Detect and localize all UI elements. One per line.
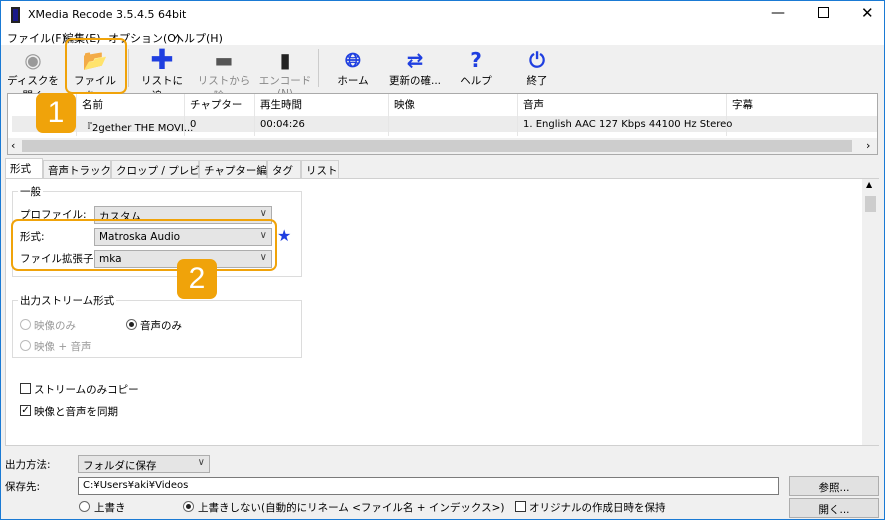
favorite-star-icon[interactable]: ★: [277, 226, 291, 245]
sync-av-checkbox[interactable]: ✓: [20, 405, 31, 416]
power-icon: ⏻: [529, 48, 545, 72]
tab-format[interactable]: 形式: [5, 158, 43, 178]
encode-icon: ▮: [279, 48, 291, 72]
add-to-list-button[interactable]: ✚リストに追...: [133, 43, 191, 103]
keep-date-label: オリジナルの作成日時を保持: [529, 502, 666, 514]
window-title: XMedia Recode 3.5.4.5 64bit: [28, 8, 187, 21]
tab-audio-track[interactable]: 音声トラック 1: [43, 160, 121, 178]
plus-icon: ✚: [150, 43, 174, 76]
video-audio-radio[interactable]: [20, 340, 31, 351]
scroll-thumb[interactable]: [22, 140, 852, 152]
audio-only-radio[interactable]: [126, 319, 137, 330]
audio-only-label: 音声のみ: [140, 320, 182, 332]
video-only-radio[interactable]: [20, 319, 31, 330]
tab-chapter-edit[interactable]: チャプター編集: [199, 160, 277, 178]
menu-help[interactable]: ヘルプ(H): [173, 30, 223, 46]
tab-crop-preview[interactable]: クロップ / プレビュー: [111, 160, 221, 178]
open-button[interactable]: 開く...: [789, 498, 879, 518]
close-button[interactable]: ✕: [861, 4, 874, 22]
output-stream-label: 出力ストリーム形式: [18, 293, 117, 308]
minus-icon: ▬: [214, 48, 234, 72]
overwrite-label: 上書き: [94, 502, 126, 514]
column-header-chapter[interactable]: チャプター: [190, 97, 242, 112]
cell-name: 『2gether THE MOVI...: [82, 123, 194, 134]
browse-button[interactable]: 参照...: [789, 476, 879, 496]
horizontal-scrollbar[interactable]: ‹ ›: [8, 138, 877, 154]
destination-label: 保存先:: [5, 481, 41, 493]
chevron-down-icon: ∨: [197, 457, 205, 468]
stream-copy-label: ストリームのみコピー: [34, 384, 139, 396]
callout-badge-1: 1: [36, 93, 76, 133]
cell-chapter: 0: [190, 119, 197, 130]
output-method-label: 出力方法:: [5, 459, 51, 471]
scroll-right-arrow[interactable]: ›: [866, 139, 870, 152]
general-group-label: 一般: [18, 184, 43, 199]
menu-bar: ファイル(F) 編集(E) オプション(O) ヘルプ(H): [1, 29, 884, 45]
menu-file[interactable]: ファイル(F): [7, 30, 66, 46]
column-header-name[interactable]: 名前: [82, 97, 103, 112]
app-icon: [11, 7, 20, 23]
vertical-scrollbar[interactable]: ▲: [862, 179, 879, 445]
help-icon: ?: [470, 48, 482, 72]
destination-input[interactable]: C:¥Users¥aki¥Videos: [78, 477, 779, 495]
no-overwrite-label: 上書きしない(自動的にリネーム <ファイル名 + インデックス>): [198, 502, 505, 514]
chevron-down-icon: ∨: [259, 208, 267, 219]
stream-copy-checkbox[interactable]: [20, 383, 31, 394]
file-list[interactable]: 名前 チャプター 再生時間 映像 音声 字幕 『2gether THE MOVI…: [7, 93, 878, 155]
scroll-up-arrow[interactable]: ▲: [866, 180, 872, 189]
column-header-subtitle[interactable]: 字幕: [732, 97, 753, 112]
scroll-left-arrow[interactable]: ‹: [11, 139, 15, 152]
callout-highlight-2: [11, 219, 277, 271]
disc-icon: ◉: [24, 48, 42, 72]
check-update-button[interactable]: ⇄ 更新の確...: [385, 47, 445, 91]
cell-audio: 1. English AAC 127 Kbps 44100 Hz Stereo: [523, 119, 733, 130]
refresh-icon: ⇄: [406, 48, 424, 72]
overwrite-radio[interactable]: [79, 501, 90, 512]
home-button[interactable]: 🌐︎ ホーム: [331, 47, 375, 91]
tab-list[interactable]: リスト: [301, 160, 339, 178]
keep-date-checkbox[interactable]: [515, 501, 526, 512]
globe-icon: 🌐︎: [345, 48, 361, 72]
column-header-audio[interactable]: 音声: [523, 97, 544, 112]
remove-from-list-button[interactable]: ▬リストから除...: [193, 47, 255, 102]
output-method-select[interactable]: フォルダに保存 ∨: [78, 455, 210, 473]
help-button[interactable]: ? ヘルプ: [454, 47, 498, 91]
maximize-button[interactable]: [818, 7, 829, 18]
column-header-video[interactable]: 映像: [394, 97, 415, 112]
minimize-button[interactable]: —: [771, 5, 785, 21]
tab-tags[interactable]: タグ: [267, 160, 301, 178]
title-bar: XMedia Recode 3.5.4.5 64bit — ✕: [1, 1, 884, 29]
no-overwrite-radio[interactable]: [183, 501, 194, 512]
callout-badge-2: 2: [177, 259, 217, 299]
video-only-label: 映像のみ: [34, 320, 76, 332]
encode-button[interactable]: ▮エンコード(N): [257, 47, 313, 100]
column-header-duration[interactable]: 再生時間: [260, 97, 302, 112]
open-disc-button[interactable]: ◉ディスクを開く: [3, 47, 63, 102]
callout-highlight-1: [65, 38, 127, 94]
video-audio-label: 映像 + 音声: [34, 341, 92, 353]
scroll-thumb[interactable]: [865, 196, 876, 212]
cell-duration: 00:04:26: [260, 119, 305, 130]
toolbar: ◉ディスクを開く 📂ファイルを... ✚リストに追... ▬リストから除... …: [1, 43, 884, 103]
exit-button[interactable]: ⏻ 終了: [517, 47, 557, 91]
sync-av-label: 映像と音声を同期: [34, 406, 118, 418]
